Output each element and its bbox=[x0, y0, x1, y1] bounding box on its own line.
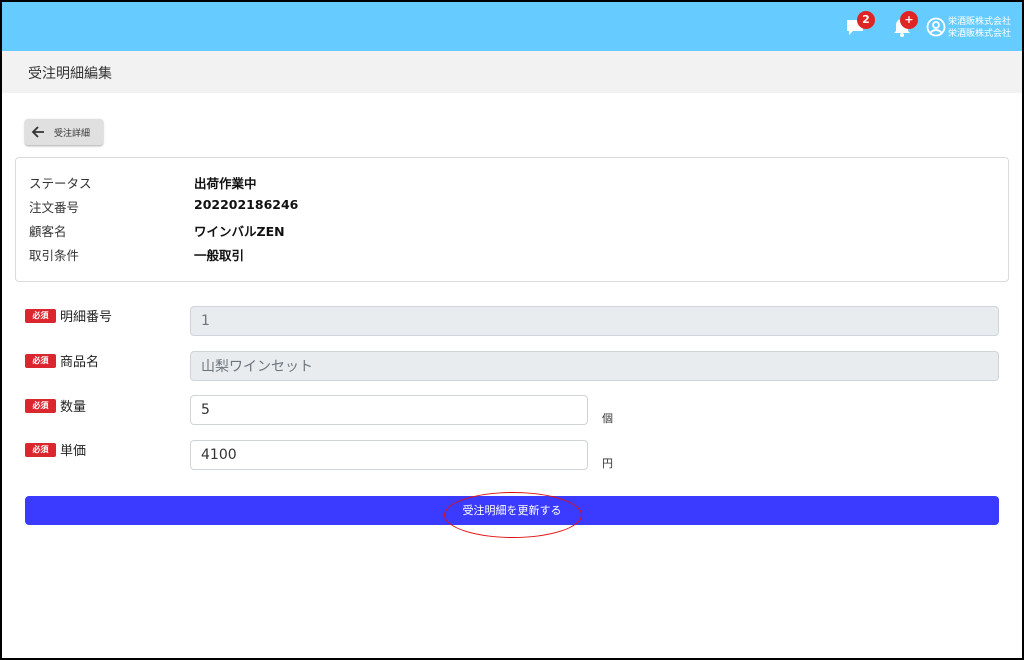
info-label: 取引条件 bbox=[29, 248, 80, 263]
field-label: 商品名 bbox=[60, 355, 100, 370]
info-row-status: ステータス 出荷作業中 bbox=[29, 173, 989, 193]
company-name-line1: 栄酒販株式会社 bbox=[948, 17, 1012, 27]
required-badge: 必須 bbox=[25, 399, 56, 413]
info-value: 出荷作業中 bbox=[194, 176, 257, 191]
quantity-input[interactable] bbox=[190, 395, 588, 425]
info-row-customer: 顧客名 ワインバルZEN bbox=[29, 221, 989, 241]
unit-price-unit: 円 bbox=[602, 457, 613, 470]
back-button[interactable]: 受注詳細 bbox=[25, 119, 103, 145]
page-title: 受注明細編集 bbox=[28, 66, 112, 82]
info-row-terms: 取引条件 一般取引 bbox=[29, 245, 989, 265]
back-button-label: 受注詳細 bbox=[54, 129, 91, 139]
user-account-icon[interactable] bbox=[926, 17, 946, 37]
required-badge: 必須 bbox=[25, 354, 56, 368]
info-value: ワインバルZEN bbox=[194, 224, 285, 239]
info-value: 202202186246 bbox=[194, 197, 299, 212]
line-number-input[interactable] bbox=[190, 306, 999, 336]
update-order-line-button[interactable]: 受注明細を更新する bbox=[25, 496, 999, 525]
notification-badge: + bbox=[900, 11, 918, 29]
info-label: 注文番号 bbox=[29, 200, 80, 215]
message-count-badge: 2 bbox=[857, 11, 875, 29]
company-name[interactable]: 栄酒販株式会社 栄酒販株式会社 bbox=[948, 16, 1011, 40]
field-label: 数量 bbox=[60, 400, 87, 415]
info-value: 一般取引 bbox=[194, 248, 245, 263]
company-name-line2: 栄酒販株式会社 bbox=[948, 29, 1012, 39]
info-label: 顧客名 bbox=[29, 224, 67, 239]
app-window: 2 + 栄酒販株式会社 栄酒販株式会社 受注明細編集 受注詳細 ステータス 出荷… bbox=[0, 0, 1024, 660]
quantity-unit: 個 bbox=[602, 412, 613, 425]
required-badge: 必須 bbox=[25, 443, 56, 457]
info-row-order-number: 注文番号 202202186246 bbox=[29, 197, 989, 217]
order-info-card: ステータス 出荷作業中 注文番号 202202186246 顧客名 ワインバルZ… bbox=[15, 157, 1009, 282]
field-label: 単価 bbox=[60, 444, 87, 459]
title-bar: 受注明細編集 bbox=[2, 51, 1022, 93]
unit-price-input[interactable] bbox=[190, 440, 588, 470]
info-label: ステータス bbox=[29, 176, 92, 191]
top-header: 2 + 栄酒販株式会社 栄酒販株式会社 bbox=[2, 2, 1022, 51]
field-label: 明細番号 bbox=[60, 310, 113, 325]
required-badge: 必須 bbox=[25, 309, 56, 323]
arrow-left-icon bbox=[31, 126, 44, 138]
product-name-input[interactable] bbox=[190, 351, 999, 381]
